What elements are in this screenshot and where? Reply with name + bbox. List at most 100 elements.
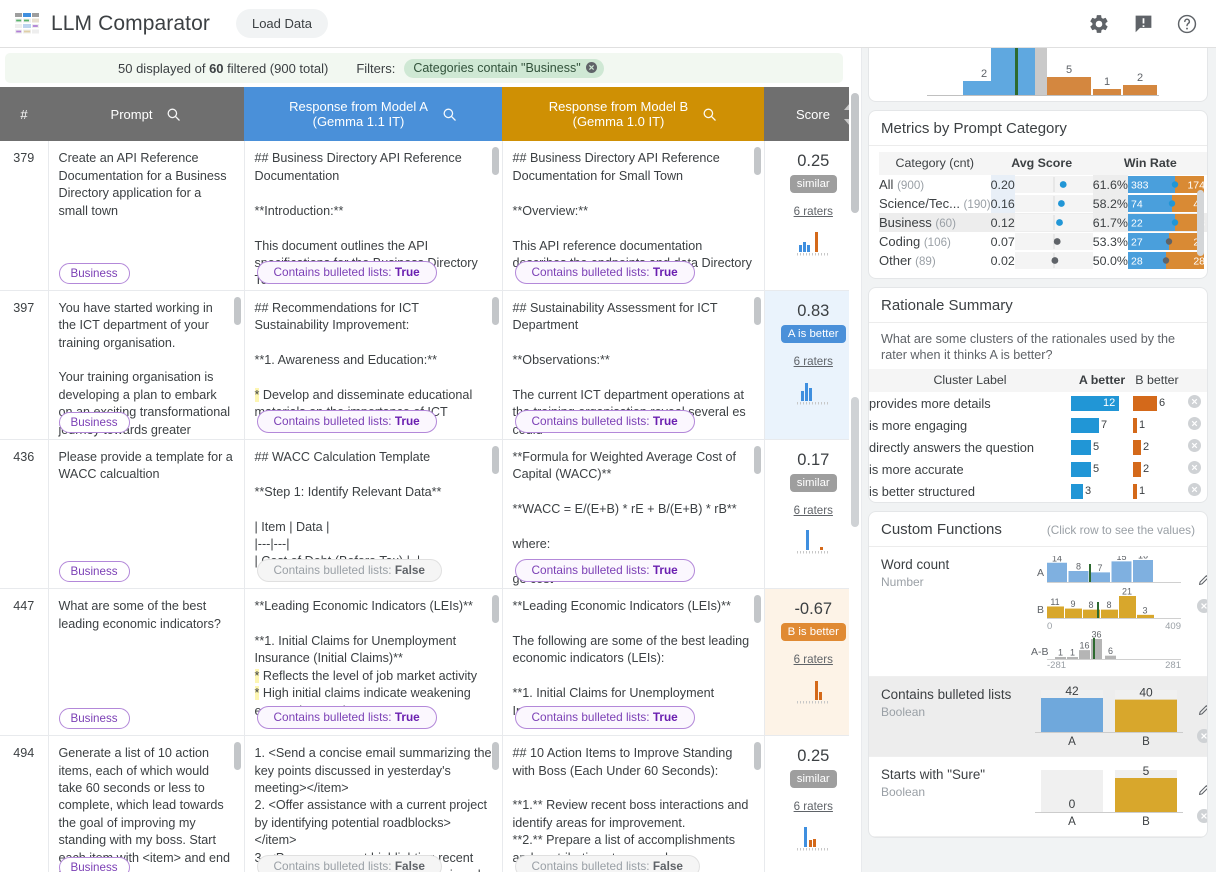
prompt-cell[interactable]: Generate a list of 10 action items, each…: [48, 736, 244, 872]
cell-scrollbar[interactable]: [754, 446, 761, 474]
custom-function-chip-a[interactable]: Contains bulleted lists: False: [257, 855, 442, 872]
table-row[interactable]: 397You have started working in the ICT d…: [0, 290, 861, 439]
rationale-row[interactable]: is better structured31: [869, 480, 1207, 502]
delete-circle-icon[interactable]: [1197, 809, 1208, 823]
table-row[interactable]: 379Create an API Reference Documentation…: [0, 141, 861, 290]
table-scrollbar-thumb[interactable]: [851, 93, 859, 213]
rationale-remove-cell[interactable]: [1181, 414, 1207, 436]
score-distribution-histogram[interactable]: 2 20 5 1 2 μ=0.12 1.25 0.75 0.25 -0.25 -…: [869, 48, 1207, 102]
custom-function-row[interactable]: Starts with "Sure"Boolean05AB: [869, 757, 1207, 837]
score-cell[interactable]: 0.17similar6 raters: [764, 439, 861, 588]
raters-link[interactable]: 6 raters: [775, 353, 853, 370]
column-header-prompt[interactable]: Prompt: [48, 87, 244, 141]
search-icon[interactable]: [166, 107, 181, 122]
cell-scrollbar[interactable]: [234, 297, 241, 325]
filter-chip-categories[interactable]: Categories contain "Business": [404, 59, 603, 78]
custom-function-chip-a[interactable]: Contains bulleted lists: True: [257, 410, 437, 433]
model-a-response-cell[interactable]: ## Recommendations for ICT Sustainabilit…: [244, 290, 502, 439]
prompt-cell[interactable]: Please provide a template for a WACC cal…: [48, 439, 244, 588]
remove-cluster-icon[interactable]: [1188, 483, 1201, 496]
custom-function-chip-b[interactable]: Contains bulleted lists: False: [515, 855, 700, 872]
delete-circle-icon[interactable]: [1197, 599, 1208, 613]
model-a-response-cell[interactable]: ## WACC Calculation Template **Step 1: I…: [244, 439, 502, 588]
cell-scrollbar[interactable]: [754, 742, 761, 770]
table-row[interactable]: 436Please provide a template for a WACC …: [0, 439, 861, 588]
feedback-icon[interactable]: [1126, 7, 1160, 41]
search-icon[interactable]: [442, 107, 457, 122]
metrics-row[interactable]: Science/Tec... (190)0.1658.2%7443: [879, 194, 1208, 213]
edit-pencil-icon[interactable]: [1197, 572, 1209, 587]
table-row[interactable]: 494Generate a list of 10 action items, e…: [0, 736, 861, 872]
custom-function-chip-a[interactable]: Contains bulleted lists: False: [257, 559, 442, 582]
column-header-score[interactable]: Score: [764, 87, 861, 141]
edit-pencil-icon[interactable]: [1197, 782, 1209, 797]
raters-link[interactable]: 6 raters: [775, 203, 853, 220]
custom-function-chip-b[interactable]: Contains bulleted lists: True: [515, 559, 695, 582]
rationale-row[interactable]: is more engaging71: [869, 414, 1207, 436]
load-data-button[interactable]: Load Data: [236, 9, 328, 38]
rationale-remove-cell[interactable]: [1181, 480, 1207, 502]
table-row[interactable]: 447What are some of the best leading eco…: [0, 589, 861, 736]
category-chip[interactable]: Business: [59, 708, 130, 729]
prompt-cell[interactable]: What are some of the best leading econom…: [48, 589, 244, 736]
cell-scrollbar[interactable]: [754, 595, 761, 623]
remove-cluster-icon[interactable]: [1188, 461, 1201, 474]
cell-scrollbar[interactable]: [754, 147, 761, 175]
model-a-response-cell[interactable]: ## Business Directory API Reference Docu…: [244, 141, 502, 290]
model-b-response-cell[interactable]: ## Business Directory API Reference Docu…: [502, 141, 764, 290]
model-a-response-cell[interactable]: **Leading Economic Indicators (LEIs)** *…: [244, 589, 502, 736]
remove-cluster-icon[interactable]: [1188, 417, 1201, 430]
category-chip[interactable]: Business: [59, 263, 130, 284]
metrics-row[interactable]: Business (60)0.1261.7%228: [879, 213, 1208, 232]
cell-scrollbar[interactable]: [234, 742, 241, 770]
category-chip[interactable]: Business: [59, 857, 130, 872]
raters-link[interactable]: 6 raters: [775, 502, 853, 519]
remove-cluster-icon[interactable]: [1188, 439, 1201, 452]
column-header-index[interactable]: #: [0, 87, 48, 141]
custom-function-chip-a[interactable]: Contains bulleted lists: True: [257, 706, 437, 729]
model-b-response-cell[interactable]: **Formula for Weighted Average Cost of C…: [502, 439, 764, 588]
custom-function-chip-b[interactable]: Contains bulleted lists: True: [515, 410, 695, 433]
score-cell[interactable]: 0.25similar6 raters: [764, 141, 861, 290]
rationale-row[interactable]: is more accurate52: [869, 458, 1207, 480]
cell-scrollbar[interactable]: [492, 297, 499, 325]
model-a-response-cell[interactable]: 1. <Send a concise email summarizing the…: [244, 736, 502, 872]
metrics-scrollbar-thumb[interactable]: [1197, 190, 1204, 256]
metrics-row[interactable]: Coding (106)0.0753.3%2720: [879, 232, 1208, 251]
table-scrollbar-thumb-secondary[interactable]: [851, 397, 859, 527]
remove-filter-icon[interactable]: [586, 62, 597, 73]
search-icon[interactable]: [702, 107, 717, 122]
model-b-response-cell[interactable]: ## Sustainability Assessment for ICT Dep…: [502, 290, 764, 439]
raters-link[interactable]: 6 raters: [775, 798, 853, 815]
edit-pencil-icon[interactable]: [1197, 702, 1209, 717]
score-cell[interactable]: 0.25similar6 raters: [764, 736, 861, 872]
category-chip[interactable]: Business: [59, 412, 130, 433]
rationale-row[interactable]: provides more details126: [869, 392, 1207, 414]
settings-icon[interactable]: [1082, 7, 1116, 41]
category-chip[interactable]: Business: [59, 561, 130, 582]
model-b-response-cell[interactable]: **Leading Economic Indicators (LEIs)** T…: [502, 589, 764, 736]
column-header-model-b[interactable]: Response from Model B (Gemma 1.0 IT): [502, 87, 764, 141]
cell-scrollbar[interactable]: [492, 446, 499, 474]
model-b-response-cell[interactable]: ## 10 Action Items to Improve Standing w…: [502, 736, 764, 872]
raters-link[interactable]: 6 raters: [775, 651, 853, 668]
rationale-remove-cell[interactable]: [1181, 458, 1207, 480]
table-scrollbar[interactable]: [849, 87, 861, 872]
custom-function-chip-a[interactable]: Contains bulleted lists: True: [257, 261, 437, 284]
custom-function-row[interactable]: Contains bulleted listsBoolean4240AB: [869, 677, 1207, 757]
cell-scrollbar[interactable]: [492, 742, 499, 770]
custom-function-row[interactable]: Word countNumberA14871516B119882130409A-…: [869, 547, 1207, 677]
rationale-remove-cell[interactable]: [1181, 436, 1207, 458]
column-header-model-a[interactable]: Response from Model A (Gemma 1.1 IT): [244, 87, 502, 141]
metrics-row[interactable]: All (900)0.2061.6%383174: [879, 175, 1208, 194]
rationale-remove-cell[interactable]: [1181, 392, 1207, 414]
custom-function-chip-b[interactable]: Contains bulleted lists: True: [515, 261, 695, 284]
help-icon[interactable]: [1170, 7, 1204, 41]
remove-cluster-icon[interactable]: [1188, 395, 1201, 408]
prompt-cell[interactable]: You have started working in the ICT depa…: [48, 290, 244, 439]
cell-scrollbar[interactable]: [492, 147, 499, 175]
cell-scrollbar[interactable]: [754, 297, 761, 325]
cell-scrollbar[interactable]: [492, 595, 499, 623]
custom-function-chip-b[interactable]: Contains bulleted lists: True: [515, 706, 695, 729]
prompt-cell[interactable]: Create an API Reference Documentation fo…: [48, 141, 244, 290]
